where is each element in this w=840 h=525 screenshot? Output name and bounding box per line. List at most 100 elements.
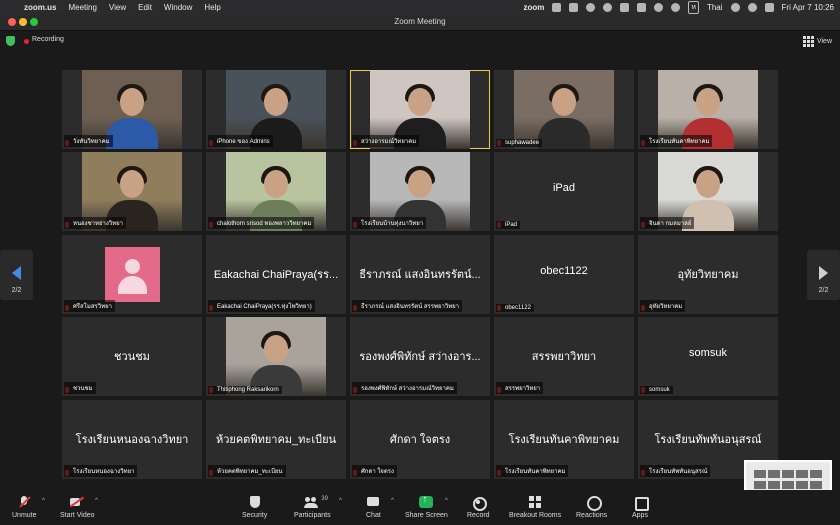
- participant-tile[interactable]: obec1122 obec1122: [494, 235, 634, 314]
- participant-name-tag: โรงเรียนทันคาพิทยาคม: [496, 465, 569, 477]
- participant-tile[interactable]: สรรพยาวิทยา สรรพยาวิทยา: [494, 317, 634, 396]
- arrow-right-icon: [819, 266, 828, 280]
- menu-window[interactable]: Window: [164, 3, 192, 12]
- grid-view-icon: [802, 36, 814, 47]
- participant-tile[interactable]: จินดา กมลมาลย์: [638, 152, 778, 231]
- participant-tile[interactable]: somsuk somsuk: [638, 317, 778, 396]
- audio-options-chevron-icon[interactable]: ^: [42, 498, 45, 504]
- menu-meeting[interactable]: Meeting: [68, 3, 96, 12]
- bluetooth-icon[interactable]: [654, 2, 664, 12]
- input-language-label[interactable]: Thai: [707, 3, 723, 12]
- thumbnail-tile: [754, 470, 766, 478]
- wifi-icon[interactable]: [730, 2, 740, 12]
- search-icon[interactable]: [747, 2, 757, 12]
- participant-name-tag: โรงเรียนทัพทันอนุสรณ์: [640, 465, 711, 477]
- participant-name-tag: obec1122: [496, 304, 534, 312]
- participant-tile[interactable]: Thitiphong Raksarikorn: [206, 317, 346, 396]
- participant-tile[interactable]: สว่างอารมณ์วิทยาคม: [350, 70, 490, 149]
- previous-page-button[interactable]: 2/2: [0, 250, 33, 300]
- apple-icon[interactable]: [6, 3, 14, 12]
- participant-tile[interactable]: chalothorn srisod ทองพลาววิทยาคม: [206, 152, 346, 231]
- sync-icon[interactable]: [603, 2, 613, 12]
- participant-display-name: สรรพยาวิทยา: [531, 351, 597, 363]
- chat-button[interactable]: Chat: [366, 496, 381, 519]
- participant-name-tag: Thitiphong Raksarikorn: [208, 386, 282, 394]
- encryption-shield-icon[interactable]: [6, 36, 15, 46]
- participants-button[interactable]: 39 Participants: [294, 496, 331, 519]
- participants-chevron-icon[interactable]: ^: [339, 498, 342, 504]
- recording-label[interactable]: Recording: [32, 36, 64, 43]
- window-title: Zoom Meeting: [394, 17, 446, 26]
- participant-tile[interactable]: suphawadee: [494, 70, 634, 149]
- next-page-button[interactable]: 2/2: [807, 250, 840, 300]
- participant-tile[interactable]: ศรีสโมสรวิทยา: [62, 235, 202, 314]
- participant-tile[interactable]: โรงเรียนบ้านทุ่งนาวิทยา: [350, 152, 490, 231]
- zoom-status-label[interactable]: zoom: [523, 3, 544, 12]
- menu-app-name[interactable]: zoom.us: [24, 3, 56, 12]
- share-chevron-icon[interactable]: ^: [445, 498, 448, 504]
- volume-icon[interactable]: [671, 2, 681, 12]
- battery-icon[interactable]: [637, 2, 647, 12]
- participant-head: [264, 88, 288, 116]
- input-language-icon[interactable]: ห: [688, 0, 699, 14]
- participant-tile[interactable]: วังทันวิทยาคม: [62, 70, 202, 149]
- participant-tile[interactable]: ศักดา ใจตรง ศักดา ใจตรง: [350, 400, 490, 479]
- participant-name-tag: Eakachai ChaiPraya(รร.ทุ่งโพวิทยา): [208, 300, 315, 312]
- menu-help[interactable]: Help: [204, 3, 220, 12]
- share-screen-button[interactable]: Share Screen: [405, 494, 448, 519]
- participant-display-name: โรงเรียนทัพทันอนุสรณ์: [654, 434, 762, 446]
- view-label: View: [816, 38, 832, 45]
- participant-name-tag: ห้วยคตพิทยาคม_ทะเบียน: [208, 465, 286, 477]
- screen-share-status-icon[interactable]: [552, 2, 562, 12]
- participant-tile[interactable]: iPad iPad: [494, 152, 634, 231]
- security-button[interactable]: Security: [242, 496, 267, 519]
- participant-head: [552, 88, 576, 116]
- participant-display-name: iPad: [552, 182, 576, 194]
- security-shield-icon: [248, 496, 262, 508]
- participant-tile[interactable]: ธีราภรณ์ แสงอินทรรัตน์... ธีราภรณ์ แสงอิน…: [350, 235, 490, 314]
- participant-tile[interactable]: iPhone ของ Admins: [206, 70, 346, 149]
- thumbnail-tile: [796, 470, 808, 478]
- participant-tile[interactable]: ห้วยคตพิทยาคม_ทะเบียน ห้วยคตพิทยาคม_ทะเบี…: [206, 400, 346, 479]
- media-status-icon[interactable]: [586, 2, 596, 12]
- chat-chevron-icon[interactable]: ^: [391, 498, 394, 504]
- start-video-label: Start Video: [60, 512, 95, 519]
- participant-tile[interactable]: อุทัยวิทยาคม อุทัยวิทยาคม: [638, 235, 778, 314]
- participant-name-tag: ชวนชม: [64, 382, 96, 394]
- video-off-icon: [70, 496, 84, 508]
- participant-display-name: โรงเรียนทันคาพิทยาคม: [508, 434, 620, 446]
- thumbnail-tile: [782, 481, 794, 489]
- participant-head: [408, 88, 432, 116]
- unmute-button[interactable]: Unmute: [12, 496, 37, 519]
- thumbnail-tile: [810, 470, 822, 478]
- participant-name-tag: โรงเรียนบ้านทุ่งนาวิทยา: [352, 217, 427, 229]
- participant-tile[interactable]: โรงเรียนทันคาพิทยาคม: [638, 70, 778, 149]
- participant-video: [226, 317, 326, 396]
- participant-body: [106, 118, 158, 149]
- network-icon[interactable]: [620, 2, 630, 12]
- participant-tile[interactable]: โรงเรียนทันคาพิทยาคม โรงเรียนทันคาพิทยาคม: [494, 400, 634, 479]
- menubar-datetime[interactable]: Fri Apr 7 10:26: [782, 3, 834, 12]
- reactions-button[interactable]: Reactions: [576, 496, 607, 519]
- participant-tile[interactable]: โรงเรียนหนองฉางวิทยา โรงเรียนหนองฉางวิทยา: [62, 400, 202, 479]
- control-center-icon[interactable]: [764, 2, 774, 12]
- clipboard-icon[interactable]: [569, 2, 579, 12]
- video-options-chevron-icon[interactable]: ^: [95, 498, 98, 504]
- view-button[interactable]: View: [802, 36, 832, 47]
- participant-tile[interactable]: Eakachai ChaiPraya(รร... Eakachai ChaiPra…: [206, 235, 346, 314]
- apps-button[interactable]: Apps: [632, 496, 649, 519]
- record-button[interactable]: Record: [467, 496, 490, 519]
- participant-name-tag: somsuk: [640, 386, 673, 394]
- participant-tile[interactable]: รองพงศ์พิทักษ์ สว่างอาร... รองพงศ์พิทักษ์…: [350, 317, 490, 396]
- participant-head: [264, 335, 288, 363]
- participant-name-tag: ธีราภรณ์ แสงอินทรรัตน์ สรรพยาวิทยา: [352, 300, 463, 312]
- menu-edit[interactable]: Edit: [138, 3, 152, 12]
- participant-tile[interactable]: หนองชาหย่างวิทยา: [62, 152, 202, 231]
- start-video-button[interactable]: Start Video: [60, 496, 95, 519]
- thumbnail-tile: [754, 481, 766, 489]
- menu-view[interactable]: View: [109, 3, 126, 12]
- thumbnail-tile: [796, 481, 808, 489]
- thumbnail-tile: [782, 470, 794, 478]
- participant-tile[interactable]: ชวนชม ชวนชม: [62, 317, 202, 396]
- breakout-rooms-button[interactable]: Breakout Rooms: [509, 496, 561, 519]
